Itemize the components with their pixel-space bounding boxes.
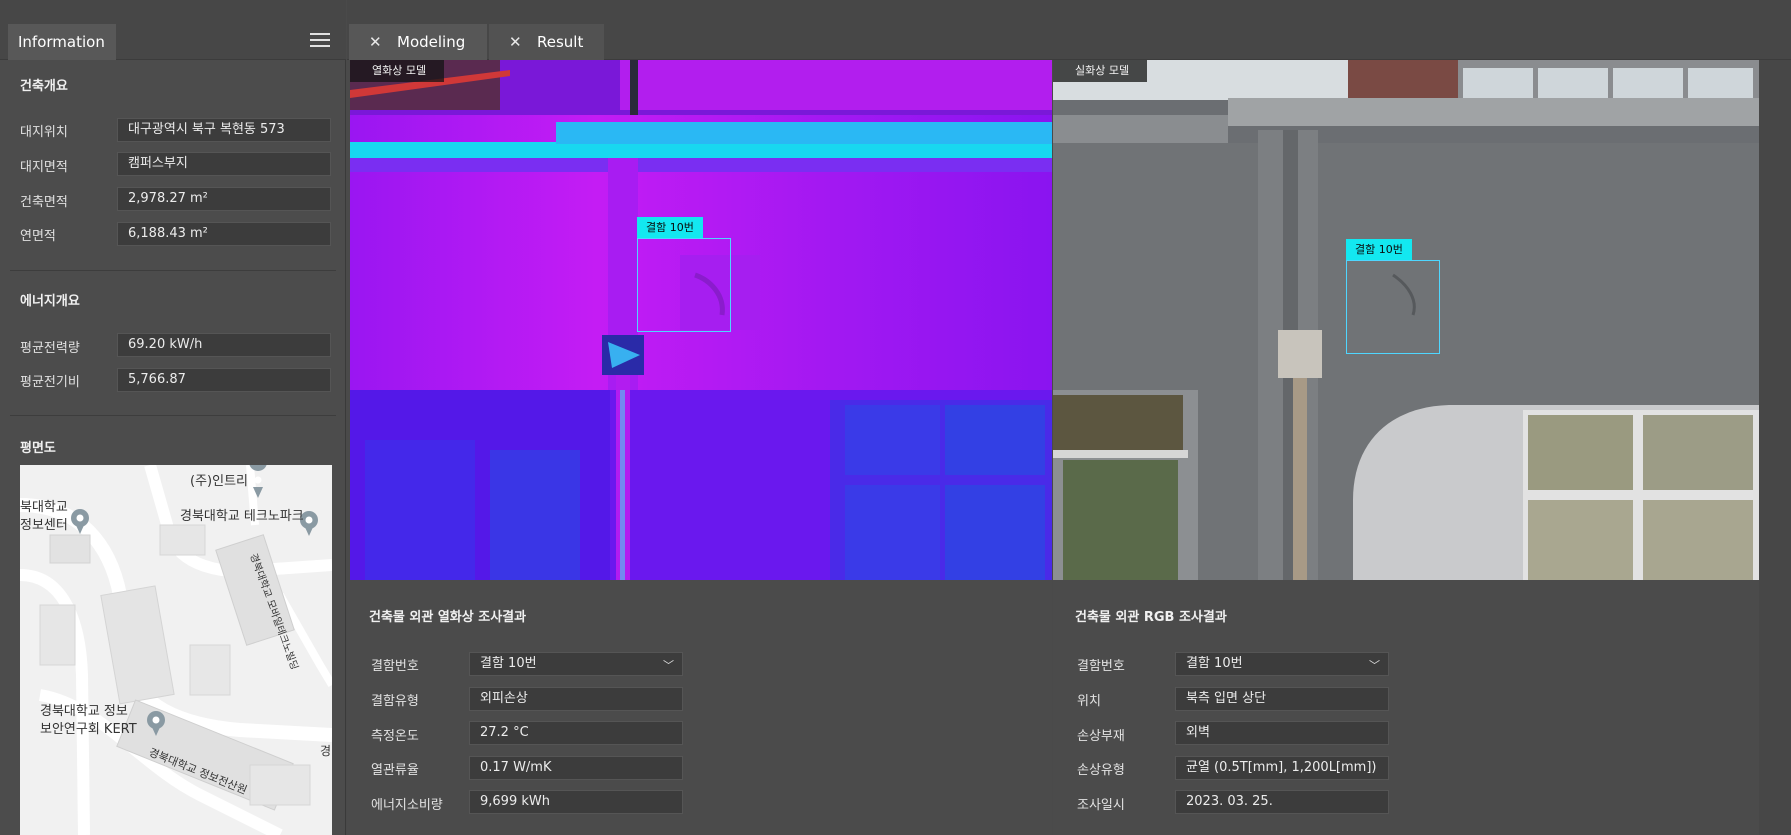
thermal-defect-tag[interactable]: 결함 10번 [637, 217, 703, 239]
label-damaged-member: 손상부재 [1077, 729, 1125, 744]
label-site-area: 대지면적 [20, 160, 68, 175]
label-defect-number: 결함번호 [371, 659, 419, 674]
section-title-building: 건축개요 [20, 79, 68, 94]
app-root: Information 건축개요 대지위치 대구광역시 북구 복현동 573 대… [0, 0, 1791, 835]
energy-consumption-field[interactable]: 9,699 kWh [469, 790, 683, 814]
label-damage-type: 손상유형 [1077, 763, 1125, 778]
label-building-area: 건축면적 [20, 195, 68, 210]
rgb-defect-select-value: 결함 10번 [1186, 656, 1243, 671]
total-floor-area-field[interactable]: 6,188.43 m² [117, 222, 331, 246]
site-location-field[interactable]: 대구광역시 북구 복현동 573 [117, 118, 331, 142]
map-label-technopark: 경북대학교 테크노파크 [180, 509, 304, 524]
rgb-viewer[interactable]: 실화상 모델 결함 10번 [1053, 60, 1759, 580]
site-area-field[interactable]: 캠퍼스부지 [117, 152, 331, 176]
map-label-kert-1: 경북대학교 정보 [40, 704, 128, 719]
damaged-member-field[interactable]: 외벽 [1175, 721, 1389, 745]
section-title-floorplan: 평면도 [20, 441, 56, 456]
sidebar-divider [10, 415, 336, 416]
measured-temp-field[interactable]: 27.2 °C [469, 721, 683, 745]
map-label-edge: 경 [320, 744, 331, 758]
label-avg-electric-cost: 평균전기비 [20, 375, 80, 390]
chevron-down-icon: ﹀ [663, 659, 674, 672]
map-label-kert-2: 보안연구회 KERT [40, 722, 137, 737]
thermal-panel-title: 건축물 외관 열화상 조사결과 [369, 610, 527, 625]
right-gutter [1759, 60, 1791, 835]
sidebar-tabbar: Information [0, 0, 346, 60]
label-u-value: 열관류율 [371, 763, 419, 778]
thermal-defect-select-value: 결함 10번 [480, 656, 537, 671]
tab-modeling[interactable]: ✕ Modeling [349, 24, 487, 60]
rgb-defect-tag[interactable]: 결함 10번 [1346, 239, 1412, 261]
main-tabbar: ✕ Modeling ✕ Result [347, 0, 1791, 60]
u-value-field[interactable]: 0.17 W/mK [469, 756, 683, 780]
defect-type-field[interactable]: 외피손상 [469, 687, 683, 711]
label-defect-number: 결함번호 [1077, 659, 1125, 674]
map-label-info-center-1: 북대학교 [20, 500, 68, 515]
label-measured-temp: 측정온도 [371, 729, 419, 744]
thermal-defect-select[interactable]: 결함 10번 ﹀ [469, 652, 683, 676]
map-label-intree: (주)인트리 [190, 474, 248, 489]
location-field[interactable]: 북측 입면 상단 [1175, 687, 1389, 711]
label-avg-power: 평균전력량 [20, 341, 80, 356]
thermal-viewer[interactable]: 열화상 모델 결함 10번 [350, 60, 1052, 580]
building-area-field[interactable]: 2,978.27 m² [117, 187, 331, 211]
map-label-info-center-2: 정보센터 [20, 518, 68, 533]
rgb-defect-select[interactable]: 결함 10번 ﹀ [1175, 652, 1389, 676]
tab-result[interactable]: ✕ Result [489, 24, 604, 60]
avg-electric-cost-field[interactable]: 5,766.87 [117, 368, 331, 392]
section-title-energy: 에너지개요 [20, 294, 80, 309]
avg-power-field[interactable]: 69.20 kW/h [117, 333, 331, 357]
label-defect-type: 결함유형 [371, 694, 419, 709]
label-total-floor-area: 연면적 [20, 229, 56, 244]
damage-type-field[interactable]: 균열 (0.5T[mm], 1,200L[mm]) [1175, 756, 1389, 780]
thermal-result-panel: 건축물 외관 열화상 조사결과 결함번호 결함 10번 ﹀ 결함유형 외피손상 … [347, 580, 1052, 835]
floorplan-map[interactable]: (주)인트리 북대학교 정보센터 경북대학교 테크노파크 경북대학교 모바일테크… [20, 465, 332, 835]
thermal-defect-box[interactable] [637, 238, 731, 332]
rgb-viewer-label: 실화상 모델 [1053, 60, 1148, 82]
rgb-panel-title: 건축물 외관 RGB 조사결과 [1075, 610, 1227, 625]
sidebar: Information 건축개요 대지위치 대구광역시 북구 복현동 573 대… [0, 0, 346, 835]
label-energy-consumption: 에너지소비량 [371, 798, 443, 813]
tab-modeling-label: Modeling [397, 33, 466, 51]
rgb-defect-box[interactable] [1346, 260, 1440, 354]
survey-date-field[interactable]: 2023. 03. 25. [1175, 790, 1389, 814]
hamburger-menu-icon[interactable] [308, 31, 332, 51]
sidebar-divider [10, 270, 336, 271]
rgb-result-panel: 건축물 외관 RGB 조사결과 결함번호 결함 10번 ﹀ 위치 북측 입면 상… [1053, 580, 1759, 835]
label-survey-date: 조사일시 [1077, 798, 1125, 813]
tab-information[interactable]: Information [8, 24, 116, 60]
close-icon[interactable]: ✕ [509, 24, 522, 60]
close-icon[interactable]: ✕ [369, 24, 382, 60]
map-canvas: (주)인트리 북대학교 정보센터 경북대학교 테크노파크 경북대학교 모바일테크… [20, 465, 332, 835]
tab-result-label: Result [537, 33, 584, 51]
chevron-down-icon: ﹀ [1369, 659, 1380, 672]
thermal-viewer-label: 열화상 모델 [350, 60, 445, 82]
label-site-location: 대지위치 [20, 125, 68, 140]
label-location: 위치 [1077, 694, 1101, 709]
